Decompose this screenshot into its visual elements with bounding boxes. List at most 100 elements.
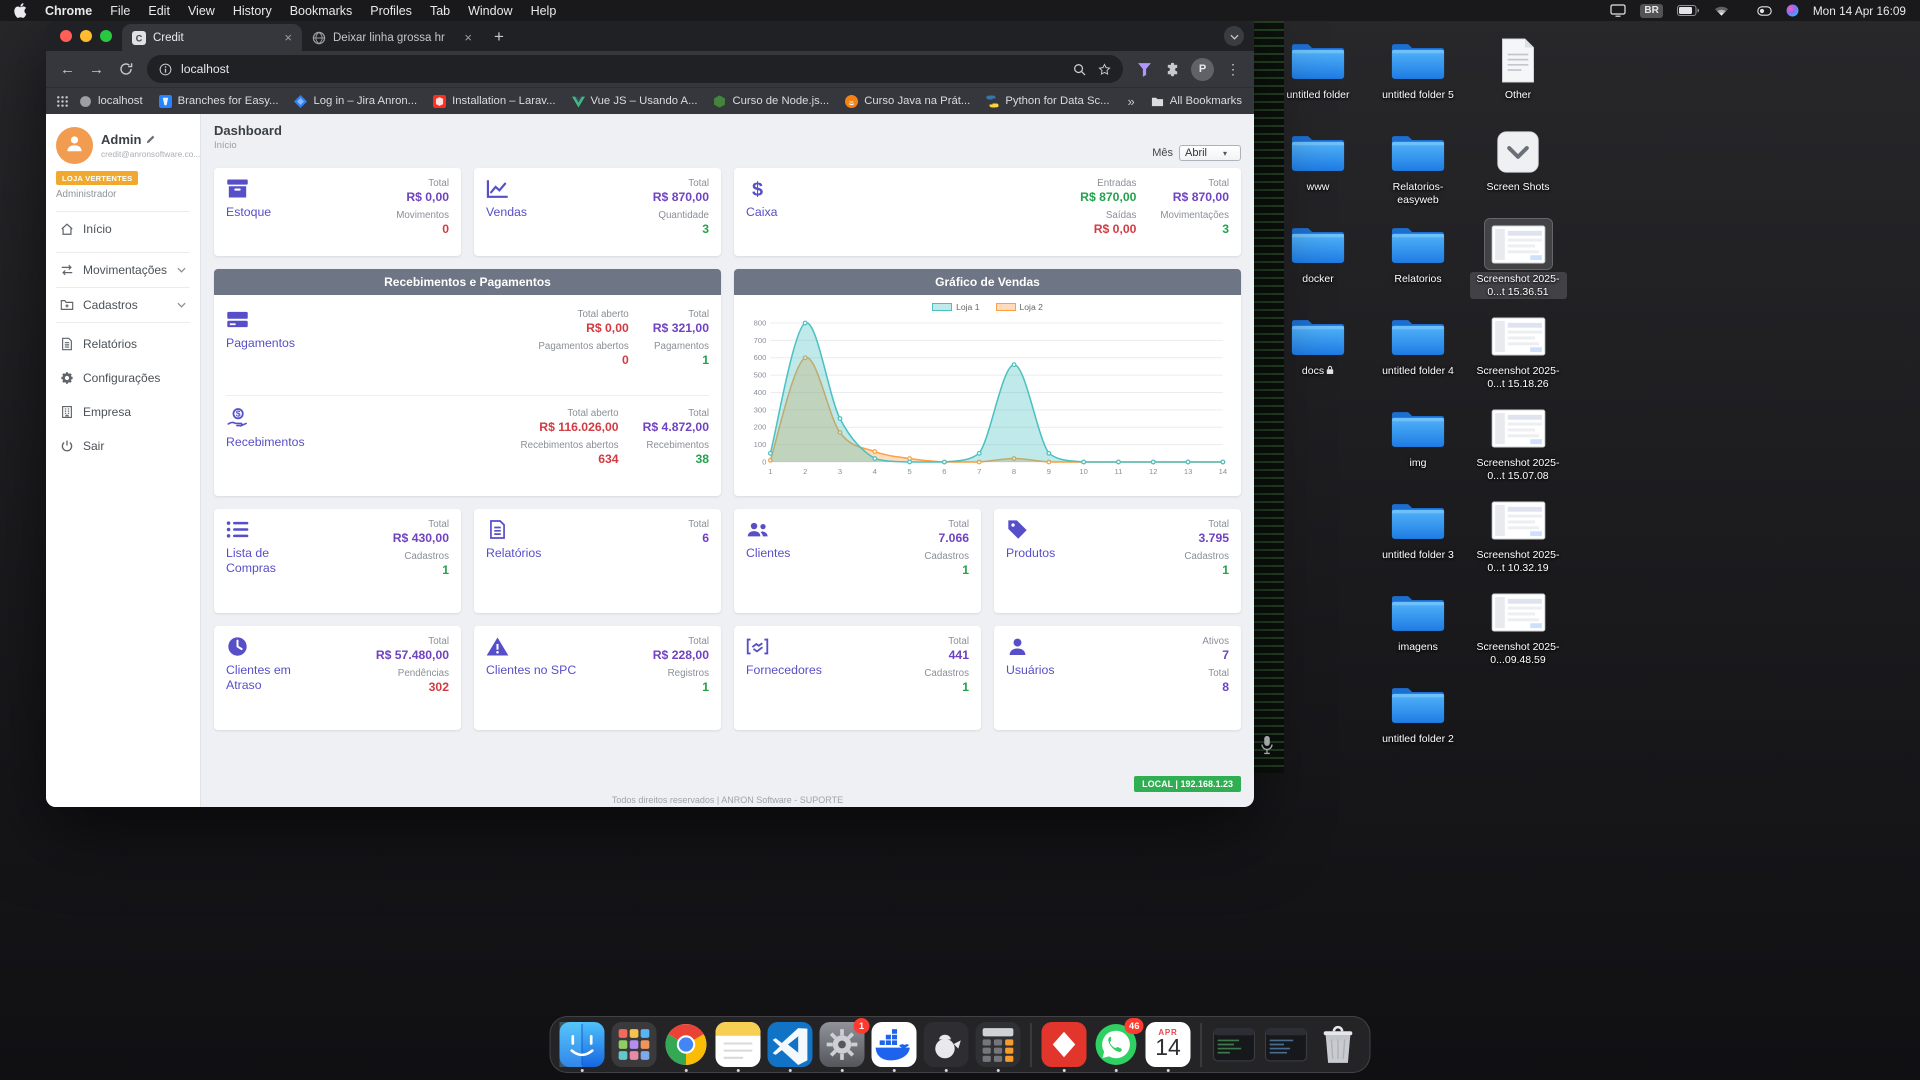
card-title-link[interactable]: Estoque (226, 205, 271, 220)
screen-mirroring-icon[interactable] (1610, 4, 1626, 17)
dock-minimized-window-1[interactable] (1212, 1022, 1257, 1067)
filter-extension-icon[interactable] (1131, 56, 1157, 82)
card-title-link[interactable]: Clientes no SPC (486, 663, 576, 678)
zoom-window-button[interactable] (100, 30, 112, 42)
menubar-item[interactable]: Window (468, 4, 512, 18)
card-title-link[interactable]: Relatórios (486, 546, 541, 561)
bookmarks-overflow-icon[interactable]: » (1122, 94, 1141, 109)
card-title-link[interactable]: Clientes (746, 546, 790, 561)
apps-grid-icon[interactable] (56, 90, 69, 112)
menubar-item[interactable]: Help (531, 4, 557, 18)
desktop-icon[interactable]: Screenshot 2025-0...t 15.18.26 (1468, 309, 1568, 401)
tab-search-button[interactable] (1224, 26, 1244, 46)
apple-menu-icon[interactable] (14, 3, 27, 18)
sidebar-item-relatorios[interactable]: Relatórios (56, 327, 190, 361)
dock-docker[interactable] (872, 1022, 917, 1067)
search-icon[interactable] (1073, 63, 1086, 76)
extensions-icon[interactable] (1159, 56, 1185, 82)
sidebar-item-movimentacoes[interactable]: Movimentações (56, 252, 190, 288)
dock-notes[interactable] (716, 1022, 761, 1067)
address-bar[interactable]: localhost (147, 55, 1123, 83)
back-button[interactable]: ← (54, 56, 81, 83)
menubar-clock[interactable]: Mon 14 Apr 16:09 (1813, 4, 1906, 18)
menubar-item[interactable]: File (110, 4, 130, 18)
browser-tab[interactable]: Deixar linha grossa hr × (302, 24, 482, 51)
card-title-link[interactable]: Fornecedores (746, 663, 822, 678)
dock-trash[interactable] (1316, 1022, 1361, 1067)
desktop-icon[interactable]: Other (1468, 33, 1568, 125)
desktop-icon[interactable]: Screenshot 2025-0...09.48.59 (1468, 585, 1568, 677)
reload-button[interactable] (112, 56, 139, 83)
sidebar-item-inicio[interactable]: Início (56, 212, 190, 246)
tab-close-icon[interactable]: × (282, 31, 294, 44)
input-source-indicator[interactable]: BR (1640, 4, 1662, 18)
sidebar-item-sair[interactable]: Sair (56, 429, 190, 463)
menubar-item[interactable]: History (233, 4, 272, 18)
dock-finder[interactable] (560, 1022, 605, 1067)
sidebar-item-configuracoes[interactable]: Configurações (56, 361, 190, 395)
menubar-item[interactable]: View (188, 4, 215, 18)
bookmark[interactable]: Python for Data Sc... (978, 92, 1117, 111)
sidebar-item-cadastros[interactable]: Cadastros (56, 288, 190, 323)
site-info-icon[interactable] (159, 63, 172, 76)
card-title-link[interactable]: Lista de Compras (226, 546, 322, 577)
control-center-icon[interactable] (1757, 6, 1772, 16)
desktop-icon[interactable]: untitled folder 4 (1368, 309, 1468, 401)
bookmark[interactable]: localhost (71, 92, 151, 111)
desktop-icon[interactable]: Screenshot 2025-0...t 10.32.19 (1468, 493, 1568, 585)
desktop-icon[interactable]: untitled folder 3 (1368, 493, 1468, 585)
desktop-icon[interactable]: docs (1268, 309, 1368, 401)
desktop-icon[interactable]: Screen Shots (1468, 125, 1568, 217)
dock-minimized-window-2[interactable] (1264, 1022, 1309, 1067)
section-title-link[interactable]: Recebimentos (226, 435, 305, 450)
all-bookmarks-button[interactable]: All Bookmarks (1143, 92, 1250, 111)
profile-avatar[interactable]: P (1191, 58, 1214, 81)
dock-whatsapp[interactable]: 46 (1094, 1022, 1139, 1067)
wifi-icon[interactable] (1714, 5, 1729, 16)
card-title-link[interactable]: Vendas (486, 205, 527, 220)
section-title-link[interactable]: Pagamentos (226, 336, 295, 351)
desktop-icon[interactable]: Screenshot 2025-0...t 15.36.51 (1468, 217, 1568, 309)
desktop-icon[interactable]: untitled folder 5 (1368, 33, 1468, 125)
menubar-item[interactable]: Edit (148, 4, 170, 18)
minimize-window-button[interactable] (80, 30, 92, 42)
dock-calendar[interactable]: APR 14 (1146, 1022, 1191, 1067)
dock-calculator[interactable] (976, 1022, 1021, 1067)
card-title-link[interactable]: Caixa (746, 205, 777, 220)
bookmark[interactable]: Curso de Node.js... (705, 92, 837, 111)
tab-close-icon[interactable]: × (462, 31, 474, 44)
menubar-item[interactable]: Bookmarks (290, 4, 353, 18)
month-select[interactable]: Abril ▾ (1179, 145, 1241, 161)
desktop-icon[interactable]: Relatorios-easyweb (1368, 125, 1468, 217)
menubar-item[interactable]: Tab (430, 4, 450, 18)
dock-chrome[interactable] (664, 1022, 709, 1067)
bookmark[interactable]: Vue JS – Usando A... (564, 92, 706, 111)
desktop-icon[interactable]: untitled folder 2 (1368, 677, 1468, 769)
battery-icon[interactable] (1677, 5, 1700, 16)
dock-vscode[interactable] (768, 1022, 813, 1067)
desktop-icon[interactable]: imagens (1368, 585, 1468, 677)
sidebar-item-empresa[interactable]: Empresa (56, 395, 190, 429)
card-title-link[interactable]: Usuários (1006, 663, 1055, 678)
menubar-app-name[interactable]: Chrome (45, 4, 92, 18)
edit-profile-icon[interactable] (146, 135, 155, 144)
desktop-icon[interactable]: docker (1268, 217, 1368, 309)
desktop-icon[interactable]: Screenshot 2025-0...t 15.07.08 (1468, 401, 1568, 493)
menubar-item[interactable]: Profiles (370, 4, 412, 18)
desktop-icon[interactable]: Relatorios (1368, 217, 1468, 309)
bookmark[interactable]: Installation – Larav... (425, 92, 563, 111)
siri-icon[interactable] (1786, 4, 1799, 17)
bookmark[interactable]: Log in – Jira Anron... (286, 92, 425, 111)
desktop-icon[interactable]: www (1268, 125, 1368, 217)
desktop-icon[interactable]: img (1368, 401, 1468, 493)
card-title-link[interactable]: Clientes em Atraso (226, 663, 322, 694)
forward-button[interactable]: → (83, 56, 110, 83)
bookmark[interactable]: Branches for Easy... (151, 92, 287, 111)
bookmark[interactable]: Curso Java na Prát... (837, 92, 978, 111)
close-window-button[interactable] (60, 30, 72, 42)
card-title-link[interactable]: Produtos (1006, 546, 1055, 561)
desktop-icon[interactable]: untitled folder (1268, 33, 1368, 125)
browser-tab[interactable]: C Credit × (122, 24, 302, 51)
dock-utility-app[interactable] (924, 1022, 969, 1067)
browser-menu-icon[interactable]: ⋮ (1220, 56, 1246, 82)
